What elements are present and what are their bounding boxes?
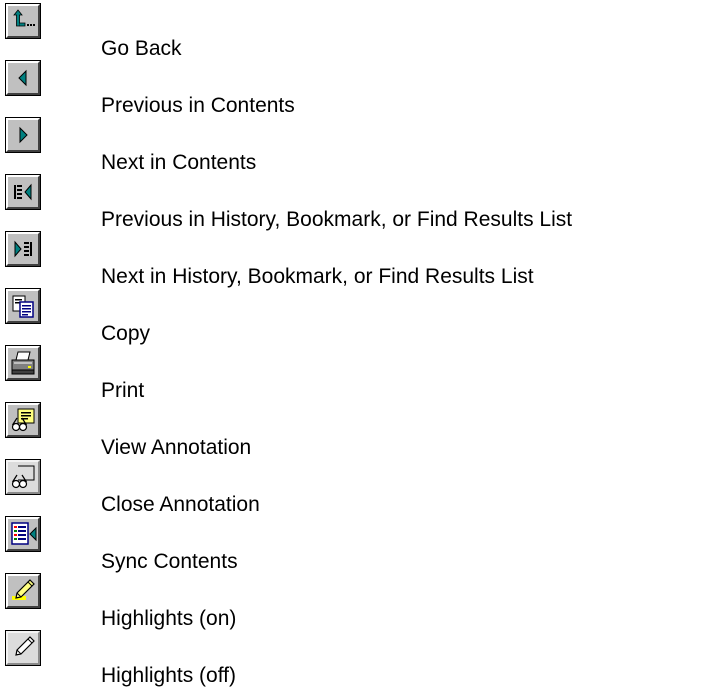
- highlights-off-label: Highlights (off): [101, 664, 237, 687]
- highlights-on-label: Highlights (on): [101, 607, 237, 630]
- legend-row-print: Print: [0, 345, 703, 403]
- go-back-label: Go Back: [101, 37, 182, 60]
- copy-icon: [12, 295, 34, 318]
- previous-in-contents-label: Previous in Contents: [101, 94, 295, 117]
- legend-row-view-annotation: View Annotation: [0, 402, 703, 460]
- next-in-history-button[interactable]: [5, 231, 41, 267]
- next-in-history-label: Next in History, Bookmark, or Find Resul…: [101, 265, 534, 288]
- next-in-contents-icon: [19, 126, 28, 144]
- highlights-off-button[interactable]: [5, 630, 41, 666]
- legend-row-copy: Copy: [0, 288, 703, 346]
- close-annotation-label: Close Annotation: [101, 493, 260, 516]
- previous-in-history-label: Previous in History, Bookmark, or Find R…: [101, 208, 573, 231]
- next-in-contents-label: Next in Contents: [101, 151, 257, 174]
- legend-row-previous-in-history: Previous in History, Bookmark, or Find R…: [0, 174, 703, 232]
- previous-in-history-button[interactable]: [5, 174, 41, 210]
- highlights-on-button[interactable]: [5, 573, 41, 609]
- legend-row-go-back: Go Back: [0, 3, 703, 61]
- sync-contents-label: Sync Contents: [101, 550, 238, 573]
- legend-row-highlights-on: Highlights (on): [0, 573, 703, 631]
- legend-row-sync-contents: Sync Contents: [0, 516, 703, 574]
- legend-row-next-in-history: Next in History, Bookmark, or Find Resul…: [0, 231, 703, 289]
- previous-in-history-icon: [14, 183, 32, 201]
- next-in-contents-button[interactable]: [5, 117, 41, 153]
- legend-row-highlights-off: Highlights (off): [0, 630, 703, 688]
- print-button[interactable]: [5, 345, 41, 381]
- legend-row-close-annotation: Close Annotation: [0, 459, 703, 517]
- highlights-on-icon: [12, 579, 35, 600]
- previous-in-contents-button[interactable]: [5, 60, 41, 96]
- print-label: Print: [101, 379, 145, 402]
- view-annotation-button[interactable]: [5, 402, 41, 438]
- copy-button[interactable]: [5, 288, 41, 324]
- sync-contents-button[interactable]: [5, 516, 41, 552]
- sync-contents-icon: [11, 522, 37, 545]
- next-in-history-icon: [14, 240, 32, 258]
- highlights-off-icon: [15, 636, 35, 656]
- go-back-icon: [13, 9, 35, 27]
- copy-label: Copy: [101, 322, 151, 345]
- legend-row-next-in-contents: Next in Contents: [0, 117, 703, 175]
- close-annotation-icon: [11, 465, 35, 489]
- close-annotation-button[interactable]: [5, 459, 41, 495]
- print-icon: [11, 351, 35, 375]
- go-back-button[interactable]: [5, 3, 41, 39]
- previous-in-contents-icon: [18, 69, 27, 87]
- view-annotation-icon: [11, 408, 35, 432]
- legend-row-previous-in-contents: Previous in Contents: [0, 60, 703, 118]
- view-annotation-label: View Annotation: [101, 436, 252, 459]
